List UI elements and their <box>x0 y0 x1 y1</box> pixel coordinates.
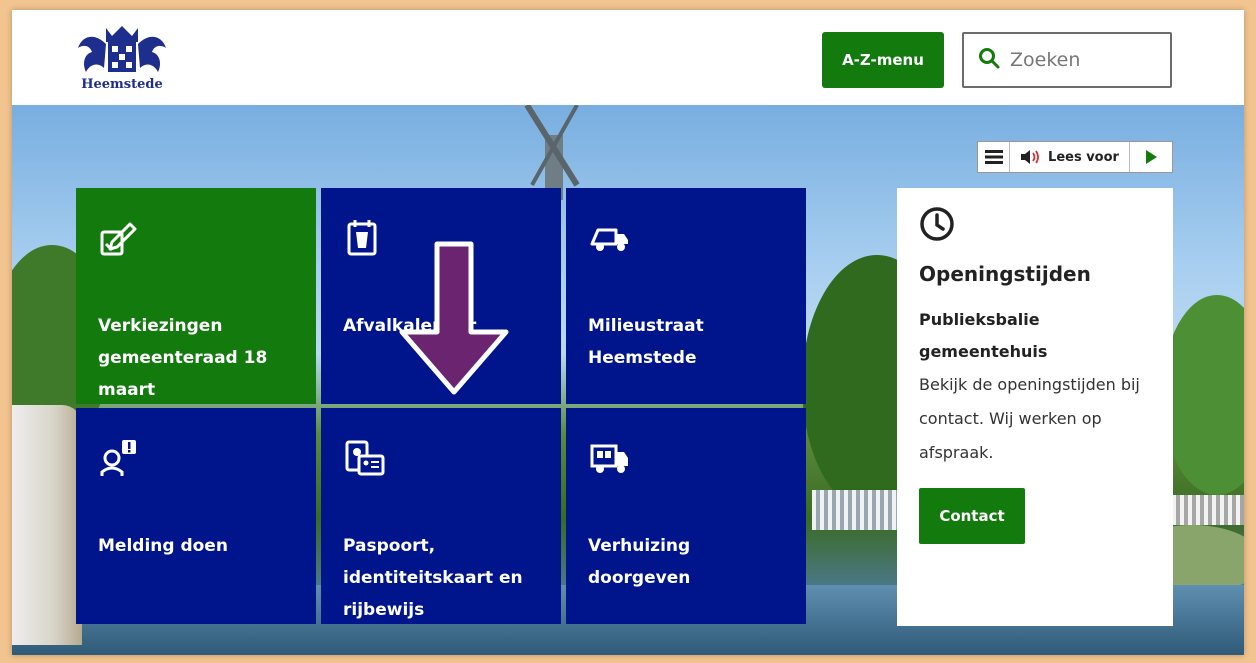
browser-frame: Heemstede A-Z-menu Zoeken Lees voor Verk… <box>12 10 1244 655</box>
heemstede-logo[interactable]: Heemstede <box>74 22 170 100</box>
hamburger-icon <box>984 150 1003 164</box>
play-button[interactable] <box>1130 142 1172 172</box>
annotation-arrow <box>399 241 509 395</box>
windmill-image <box>507 105 597 200</box>
tile-label: Paspoort, identiteitskaart en rijbewijs <box>343 536 523 620</box>
bridge-railing <box>1172 495 1244 525</box>
site-header: Heemstede A-Z-menu <box>12 10 1244 105</box>
contact-button[interactable]: Contact <box>919 488 1025 544</box>
ballot-pen-icon <box>98 218 294 262</box>
search-icon[interactable] <box>978 47 1000 73</box>
id-card-icon <box>343 438 539 482</box>
tile-label: Milieustraat Heemstede <box>588 316 704 368</box>
search-input[interactable] <box>1010 49 1160 71</box>
readspeaker-menu-button[interactable] <box>978 142 1010 172</box>
hero-background: Lees voor Verkiezingen gemeenteraad 18 m… <box>12 105 1244 655</box>
tile-label: Melding doen <box>98 536 228 556</box>
read-aloud-button[interactable]: Lees voor <box>1010 142 1130 172</box>
person-report-icon <box>98 438 294 482</box>
speaker-icon <box>1021 150 1039 164</box>
opening-hours-text: Bekijk de openingstijden bij contact. Wi… <box>919 375 1140 462</box>
tile-label: Verhuizing doorgeven <box>588 536 691 588</box>
tile-milieustraat[interactable]: Milieustraat Heemstede <box>566 188 806 404</box>
opening-hours-card: Openingstijden Publieksbalie gemeentehui… <box>897 188 1173 626</box>
read-aloud-label: Lees voor <box>1048 149 1119 165</box>
readspeaker-bar: Lees voor <box>977 141 1173 173</box>
opening-hours-title: Openingstijden <box>919 262 1091 286</box>
truck-icon <box>588 218 784 262</box>
opening-hours-subtitle: Publieksbalie gemeentehuis <box>919 310 1048 361</box>
search-box[interactable] <box>962 32 1172 88</box>
tile-label: Verkiezingen gemeenteraad 18 maart <box>98 316 268 400</box>
boat <box>12 405 82 645</box>
play-icon <box>1146 150 1157 164</box>
tile-melding-doen[interactable]: Melding doen <box>76 408 316 624</box>
az-menu-button[interactable]: A-Z-menu <box>822 32 944 88</box>
tile-paspoort[interactable]: Paspoort, identiteitskaart en rijbewijs <box>321 408 561 624</box>
coat-of-arms-icon <box>78 26 166 72</box>
tree <box>1162 295 1244 495</box>
logo-text: Heemstede <box>81 77 163 92</box>
tile-verkiezingen[interactable]: Verkiezingen gemeenteraad 18 maart <box>76 188 316 404</box>
moving-truck-icon <box>588 438 784 482</box>
clock-icon <box>919 206 1151 246</box>
tile-verhuizing[interactable]: Verhuizing doorgeven <box>566 408 806 624</box>
